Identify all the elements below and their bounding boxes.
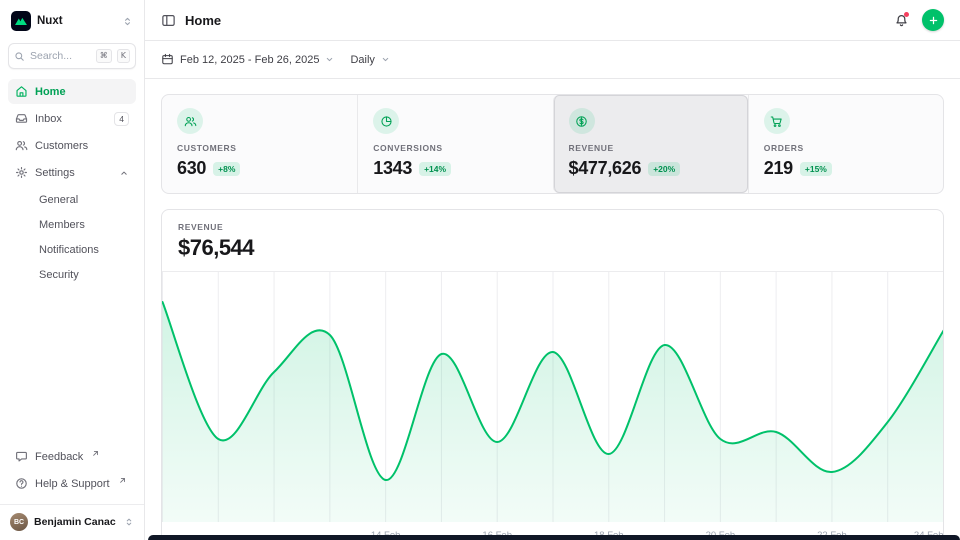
stat-label: CUSTOMERS <box>177 143 342 153</box>
pie-chart-icon <box>373 108 399 134</box>
stat-revenue[interactable]: REVENUE $477,626 +20% <box>553 95 748 193</box>
external-link-icon <box>119 477 126 484</box>
bottom-bar <box>148 535 960 540</box>
dollar-circle-icon <box>569 108 595 134</box>
search-icon <box>14 51 25 62</box>
granularity-label: Daily <box>350 54 374 66</box>
stat-value: 1343 <box>373 158 412 179</box>
sidebar-item-home[interactable]: Home <box>8 79 136 104</box>
sidebar-item-label: Inbox <box>35 113 62 125</box>
filter-toolbar: Feb 12, 2025 - Feb 26, 2025 Daily <box>145 41 960 79</box>
sidebar-nav: Home Inbox 4 Customers Settings General <box>8 79 136 286</box>
stat-label: REVENUE <box>569 143 733 153</box>
main-panel: Home Feb 12, 2025 - Feb 26, 2025 <box>145 0 960 540</box>
page-header: Home <box>145 0 960 41</box>
sidebar-item-label: General <box>39 194 78 206</box>
stat-value: $477,626 <box>569 158 642 179</box>
user-name: Benjamin Canac <box>34 516 118 528</box>
sidebar-item-label: Notifications <box>39 244 99 256</box>
notification-dot <box>904 12 909 17</box>
plus-icon <box>928 15 939 26</box>
sidebar-item-label: Feedback <box>35 451 83 463</box>
sidebar-item-label: Security <box>39 269 79 281</box>
chevron-down-icon <box>381 55 390 64</box>
sidebar-item-label: Help & Support <box>35 478 110 490</box>
stat-value: 630 <box>177 158 206 179</box>
stat-customers[interactable]: CUSTOMERS 630 +8% <box>162 95 357 193</box>
chart-header: REVENUE $76,544 <box>162 210 943 272</box>
sidebar-item-label: Customers <box>35 140 88 152</box>
stat-delta-badge: +8% <box>213 162 240 176</box>
dashboard-app: Nuxt Search... ⌘ K Home Inbox 4 <box>0 0 960 540</box>
sidebar-item-members[interactable]: Members <box>8 213 136 236</box>
granularity-select[interactable]: Daily <box>350 54 389 66</box>
panel-left-icon <box>161 13 176 28</box>
settings-children: General Members Notifications Security <box>8 188 136 286</box>
stat-delta-badge: +14% <box>419 162 451 176</box>
date-range-picker[interactable]: Feb 12, 2025 - Feb 26, 2025 <box>161 53 334 66</box>
sidebar-item-feedback[interactable]: Feedback <box>8 444 136 469</box>
sidebar-collapse-button[interactable] <box>161 13 176 28</box>
sidebar-item-label: Members <box>39 219 85 231</box>
cart-icon <box>764 108 790 134</box>
home-icon <box>15 85 28 98</box>
team-name: Nuxt <box>37 15 116 27</box>
sidebar-item-security[interactable]: Security <box>8 263 136 286</box>
stat-delta-badge: +15% <box>800 162 832 176</box>
external-link-icon <box>92 450 99 457</box>
help-circle-icon <box>15 477 28 490</box>
sidebar-item-notifications[interactable]: Notifications <box>8 238 136 261</box>
sidebar-item-help-support[interactable]: Help & Support <box>8 471 136 496</box>
gear-icon <box>15 166 28 179</box>
revenue-chart-card: REVENUE $76,544 14 Feb16 Feb18 Feb20 Feb… <box>161 209 944 540</box>
notifications-button[interactable] <box>894 13 909 28</box>
users-icon <box>177 108 203 134</box>
sidebar-spacer <box>8 286 136 434</box>
sidebar-item-settings[interactable]: Settings <box>8 160 136 185</box>
search-placeholder: Search... <box>30 50 91 62</box>
team-switcher[interactable]: Nuxt <box>8 9 136 33</box>
calendar-icon <box>161 53 174 66</box>
stat-label: ORDERS <box>764 143 928 153</box>
users-icon <box>15 139 28 152</box>
kbd-cmd: ⌘ <box>96 49 112 63</box>
date-range-label: Feb 12, 2025 - Feb 26, 2025 <box>180 54 319 66</box>
stat-delta-badge: +20% <box>648 162 680 176</box>
message-bubble-icon <box>15 450 28 463</box>
sidebar-item-inbox[interactable]: Inbox 4 <box>8 106 136 131</box>
page-title: Home <box>185 13 221 28</box>
sidebar-item-general[interactable]: General <box>8 188 136 211</box>
sidebar-item-label: Settings <box>35 167 75 179</box>
sidebar: Nuxt Search... ⌘ K Home Inbox 4 <box>0 0 145 540</box>
chevron-down-icon <box>325 55 334 64</box>
revenue-area-chart[interactable]: 14 Feb16 Feb18 Feb20 Feb22 Feb24 Feb <box>162 272 944 540</box>
search-input[interactable]: Search... ⌘ K <box>8 43 136 69</box>
chevrons-up-down-icon <box>122 16 133 27</box>
chart-metric-label: REVENUE <box>178 222 927 232</box>
chevron-up-icon <box>119 168 129 178</box>
stat-conversions[interactable]: CONVERSIONS 1343 +14% <box>357 95 552 193</box>
kbd-k: K <box>117 49 130 63</box>
chevrons-up-down-icon <box>124 517 134 527</box>
sidebar-item-customers[interactable]: Customers <box>8 133 136 158</box>
user-menu[interactable]: BC Benjamin Canac <box>0 504 144 540</box>
stat-value: 219 <box>764 158 793 179</box>
stats-row: CUSTOMERS 630 +8% CONVERSIONS 1343 +14% <box>161 94 944 194</box>
sidebar-item-label: Home <box>35 86 66 98</box>
inbox-icon <box>15 112 28 125</box>
dashboard-content: CUSTOMERS 630 +8% CONVERSIONS 1343 +14% <box>145 79 960 540</box>
chart-metric-value: $76,544 <box>178 235 927 261</box>
stat-orders[interactable]: ORDERS 219 +15% <box>748 95 943 193</box>
header-actions <box>894 9 944 31</box>
add-button[interactable] <box>922 9 944 31</box>
nuxt-logo-icon <box>11 11 31 31</box>
stat-label: CONVERSIONS <box>373 143 537 153</box>
sidebar-footer-nav: Feedback Help & Support <box>8 444 136 496</box>
avatar: BC <box>10 513 28 531</box>
inbox-count-badge: 4 <box>114 112 129 126</box>
